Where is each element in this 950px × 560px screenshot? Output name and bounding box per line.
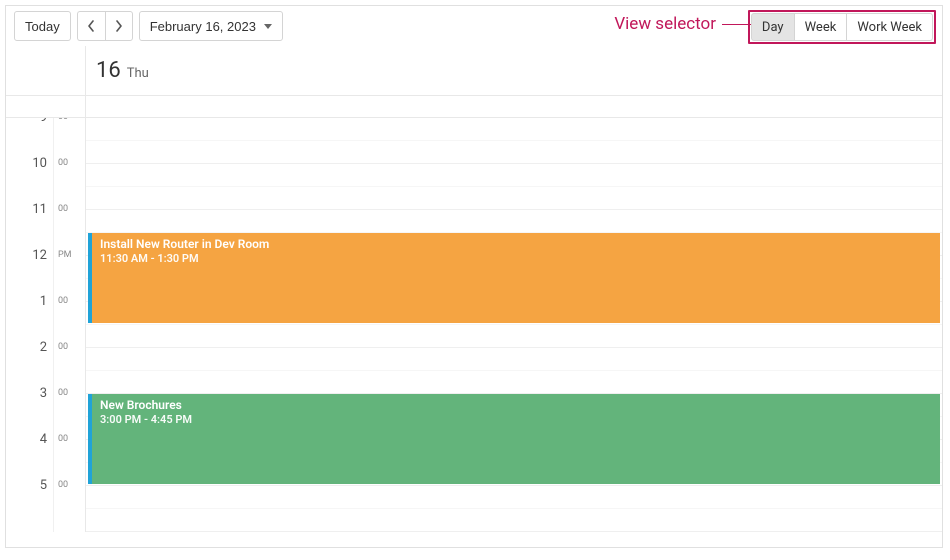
time-gutter-header [6, 46, 86, 95]
view-selector: DayWeekWork Week [748, 10, 936, 44]
grid-scroll[interactable]: 9001000110012PM100200300400500 Install N… [6, 118, 942, 546]
hour-label: 5 [6, 486, 54, 532]
allday-cell[interactable] [86, 96, 942, 117]
allday-row [6, 96, 942, 118]
scheduler: Today February 16, 2023 View selector Da… [5, 5, 943, 548]
chevron-right-icon [115, 20, 123, 32]
view-btn-day[interactable]: Day [751, 13, 795, 41]
caret-down-icon [264, 24, 272, 29]
day-name: Thu [127, 66, 149, 81]
view-btn-week[interactable]: Week [795, 13, 848, 41]
minute-label: 00 [54, 486, 86, 532]
annotation: View selector [614, 14, 762, 34]
event[interactable]: Install New Router in Dev Room11:30 AM -… [88, 233, 940, 323]
annotation-text: View selector [614, 14, 716, 34]
prev-button[interactable] [77, 11, 105, 41]
view-btn-work-week[interactable]: Work Week [847, 13, 933, 41]
event-time: 11:30 AM - 1:30 PM [100, 252, 932, 265]
today-button[interactable]: Today [14, 11, 71, 41]
events-layer: Install New Router in Dev Room11:30 AM -… [86, 118, 942, 546]
event-time: 3:00 PM - 4:45 PM [100, 413, 932, 426]
toolbar: Today February 16, 2023 View selector Da… [6, 6, 942, 46]
allday-gutter [6, 96, 86, 117]
date-picker-button[interactable]: February 16, 2023 [139, 11, 283, 41]
event[interactable]: New Brochures3:00 PM - 4:45 PM [88, 394, 940, 484]
next-button[interactable] [105, 11, 133, 41]
day-number: 16 [96, 58, 121, 83]
event-title: Install New Router in Dev Room [100, 237, 932, 251]
event-title: New Brochures [100, 398, 932, 412]
chevron-left-icon [87, 20, 95, 32]
nav-group [77, 11, 133, 41]
day-header[interactable]: 16 Thu [86, 46, 942, 95]
date-picker-label: February 16, 2023 [150, 19, 256, 34]
header-row: 16 Thu [6, 46, 942, 96]
